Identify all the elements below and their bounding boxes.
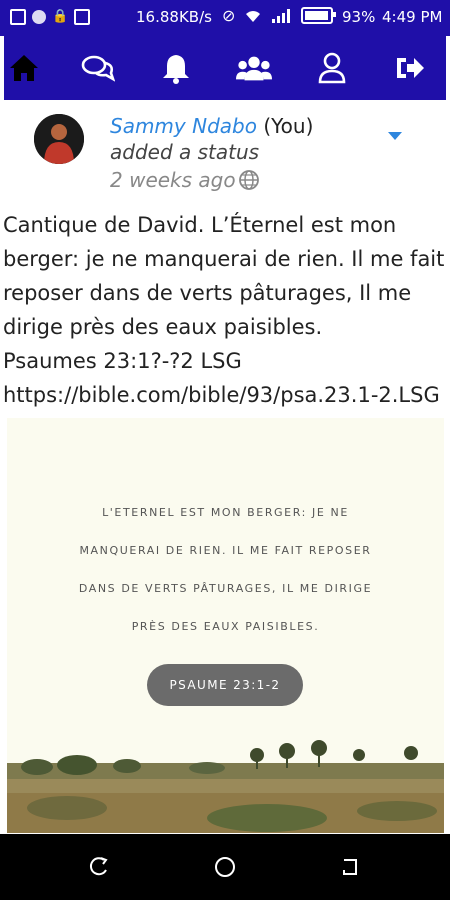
profile-icon[interactable] — [314, 50, 350, 86]
post-time-row: 2 weeks ago — [110, 168, 260, 192]
activity-icon — [74, 9, 90, 25]
group-icon[interactable] — [236, 50, 272, 86]
chat-icon[interactable] — [80, 50, 116, 86]
battery-percent: 93% — [342, 8, 376, 26]
bell-icon[interactable] — [158, 50, 194, 86]
status-icons: ⊘ — [222, 6, 337, 25]
circle-icon — [32, 10, 46, 24]
avatar[interactable] — [34, 114, 84, 164]
post-header: Sammy Ndabo (You) added a status 2 weeks… — [0, 102, 450, 202]
author-name[interactable]: Sammy Ndabo — [110, 114, 257, 138]
logout-icon[interactable] — [392, 50, 428, 86]
home-icon[interactable] — [6, 50, 42, 86]
back-icon[interactable] — [340, 856, 362, 878]
lock-icon: 🔒 — [52, 9, 69, 24]
status-bar: 🔒 16.88KB/s ⊘ 93% 4:49 PM — [0, 0, 450, 36]
post-text: Cantique de David. L’Éternel est mon ber… — [3, 213, 445, 407]
author-line: Sammy Ndabo (You) — [110, 114, 313, 138]
post-time: 2 weeks ago — [110, 168, 236, 192]
network-speed: 16.88KB/s — [136, 8, 212, 26]
system-nav-bar — [0, 834, 450, 900]
battery-icon — [301, 7, 337, 24]
clock: 4:49 PM — [382, 8, 443, 26]
post-action: added a status — [110, 140, 260, 164]
quote-line: DANS DE VERTS PÂTURAGES, IL ME DIRIGE — [78, 582, 373, 595]
post-image[interactable]: L'ETERNEL EST MON BERGER: JE NE MANQUERA… — [7, 418, 444, 833]
quote-line: L'ETERNEL EST MON BERGER: JE NE — [102, 506, 349, 519]
signal-icon — [272, 8, 291, 23]
you-label: (You) — [263, 114, 314, 138]
wifi-icon — [246, 10, 261, 22]
quote-line: MANQUERAI DE RIEN. IL ME FAIT REPOSER — [79, 544, 372, 557]
quote-line: PRÈS DES EAUX PAISIBLES. — [131, 620, 320, 633]
notification-icons: 🔒 — [10, 9, 90, 25]
chevron-down-icon[interactable] — [388, 132, 402, 140]
recent-apps-icon[interactable] — [88, 856, 110, 878]
data-saver-icon: ⊘ — [222, 6, 236, 25]
screenshot-icon — [10, 9, 26, 25]
globe-icon — [238, 170, 259, 190]
reference-badge: PSAUME 23:1-2 — [147, 664, 303, 706]
app-nav-bar — [4, 36, 446, 100]
home-button-icon[interactable] — [213, 855, 237, 879]
landscape-illustration — [7, 740, 444, 833]
